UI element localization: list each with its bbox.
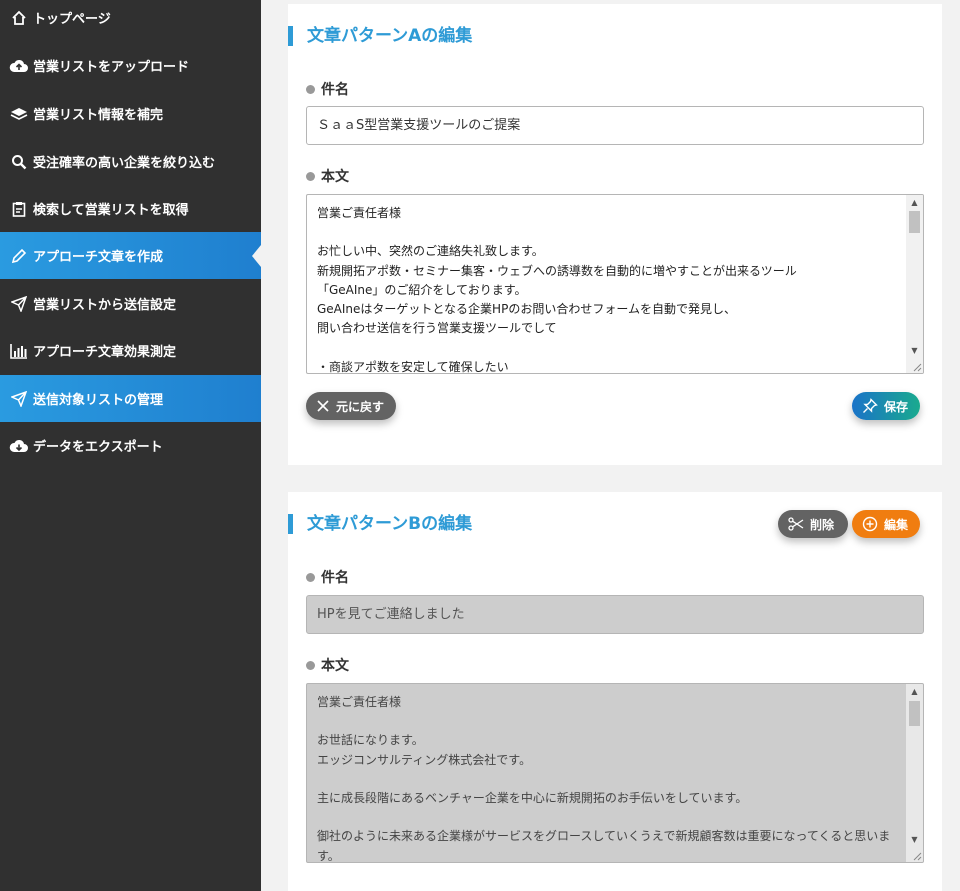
save-button[interactable]: 保存: [852, 392, 921, 420]
scroll-down-arrow-icon[interactable]: ▼: [906, 343, 923, 357]
bullet-dot: [306, 171, 315, 181]
scissors-icon: [788, 517, 804, 531]
edit-button-label: 編集: [884, 517, 909, 532]
sidebar-item-label: 受注確率の高い企業を絞り込む: [33, 156, 216, 171]
plus-circle-icon: [862, 516, 878, 532]
body-label: 本文: [306, 166, 349, 186]
cloud-upload-icon: [8, 57, 30, 75]
scroll-up-arrow-icon[interactable]: ▲: [906, 684, 923, 698]
pin-icon: [862, 398, 878, 414]
clipboard-icon: [8, 200, 30, 218]
pattern-b-body-textarea[interactable]: 営業ご責任者様 お世話になります。 エッジコンサルティング株式会社です。 主に成…: [306, 683, 924, 863]
pattern-a-body-textarea[interactable]: 営業ご責任者様 お忙しい中、突然のご連絡失礼致します。 新規開拓アポ数・セミナー…: [306, 194, 924, 374]
delete-button-label: 削除: [810, 517, 835, 532]
send-icon: [8, 390, 30, 408]
pattern-a-card: 文章パターンAの編集 件名 ＳａａS型営業支援ツールのご提案 本文 営業ご責任者…: [288, 4, 942, 465]
send-icon: [8, 295, 30, 313]
sidebar-item-label: 営業リスト情報を補完: [33, 108, 164, 123]
bar-chart-icon: [8, 342, 30, 360]
scroll-down-arrow-icon[interactable]: ▼: [906, 832, 923, 846]
save-button-label: 保存: [884, 399, 909, 414]
sidebar-item-label: 送信対象リストの管理: [33, 393, 164, 408]
edit-button[interactable]: 編集: [852, 510, 921, 538]
sidebar-item-label: アプローチ文章効果測定: [33, 345, 177, 360]
pattern-a-subject-input[interactable]: ＳａａS型営業支援ツールのご提案: [306, 106, 924, 145]
bullet-dot: [306, 660, 315, 670]
sidebar-item-label: アプローチ文章を作成: [33, 250, 164, 265]
revert-button-label: 元に戻す: [336, 399, 385, 414]
sidebar-item-label: 営業リストをアップロード: [33, 60, 190, 75]
scroll-thumb[interactable]: [909, 701, 920, 726]
pattern-b-title: 文章パターンBの編集: [288, 514, 472, 534]
sidebar-item-target-list[interactable]: 送信対象リストの管理: [0, 375, 261, 422]
sidebar-item-label: データをエクスポート: [33, 440, 163, 455]
scroll-up-arrow-icon[interactable]: ▲: [906, 195, 923, 209]
home-icon: [8, 9, 30, 27]
cloud-download-icon: [8, 437, 30, 455]
scrollbar[interactable]: ▲ ▼: [906, 195, 923, 373]
body-label-text: 本文: [321, 658, 349, 674]
pattern-a-title: 文章パターンAの編集: [288, 26, 472, 46]
revert-button[interactable]: 元に戻す: [306, 392, 397, 420]
resize-grip-icon[interactable]: [911, 850, 922, 861]
scrollbar[interactable]: ▲ ▼: [906, 684, 923, 862]
sidebar-item-effect-measure[interactable]: アプローチ文章効果測定: [0, 327, 261, 374]
sidebar-item-filter-companies[interactable]: 受注確率の高い企業を絞り込む: [0, 138, 261, 185]
search-icon: [8, 153, 30, 171]
subject-label-text: 件名: [321, 82, 349, 98]
sidebar-item-label: トップページ: [33, 12, 111, 27]
delete-button[interactable]: 削除: [778, 510, 849, 538]
pattern-b-card: 文章パターンBの編集 削除 編集 件名 HPを見てご連絡しました 本文 営業ご責…: [288, 492, 942, 891]
bullet-dot: [306, 84, 315, 94]
bullet-dot: [306, 572, 315, 582]
sidebar-item-enrich-list[interactable]: 営業リスト情報を補完: [0, 90, 261, 137]
sidebar-item-export[interactable]: データをエクスポート: [0, 422, 261, 469]
pattern-b-subject-input[interactable]: HPを見てご連絡しました: [306, 595, 924, 634]
pattern-b-body-text[interactable]: 営業ご責任者様 お世話になります。 エッジコンサルティング株式会社です。 主に成…: [317, 693, 903, 862]
body-label: 本文: [306, 655, 349, 675]
sidebar-item-label: 営業リストから送信設定: [33, 298, 177, 313]
close-icon: [316, 399, 330, 413]
sidebar-item-create-approach[interactable]: アプローチ文章を作成: [0, 232, 261, 279]
pattern-a-body-text[interactable]: 営業ご責任者様 お忙しい中、突然のご連絡失礼致します。 新規開拓アポ数・セミナー…: [317, 204, 903, 373]
subject-label-text: 件名: [321, 570, 349, 586]
sidebar-item-top-page[interactable]: トップページ: [0, 0, 261, 41]
sidebar-item-upload-list[interactable]: 営業リストをアップロード: [0, 42, 261, 89]
body-label-text: 本文: [321, 169, 349, 185]
layers-icon: [8, 105, 30, 123]
resize-grip-icon[interactable]: [911, 361, 922, 372]
scroll-thumb[interactable]: [909, 211, 920, 233]
pencil-icon: [8, 247, 30, 265]
subject-label: 件名: [306, 79, 349, 99]
sidebar-item-send-settings[interactable]: 営業リストから送信設定: [0, 280, 261, 327]
sidebar-item-search-list[interactable]: 検索して営業リストを取得: [0, 185, 261, 232]
sidebar-item-label: 検索して営業リストを取得: [33, 203, 189, 218]
subject-label: 件名: [306, 567, 349, 587]
sidebar: トップページ 営業リストをアップロード 営業リスト情報を補完 受注確率の高い企業…: [0, 0, 261, 891]
